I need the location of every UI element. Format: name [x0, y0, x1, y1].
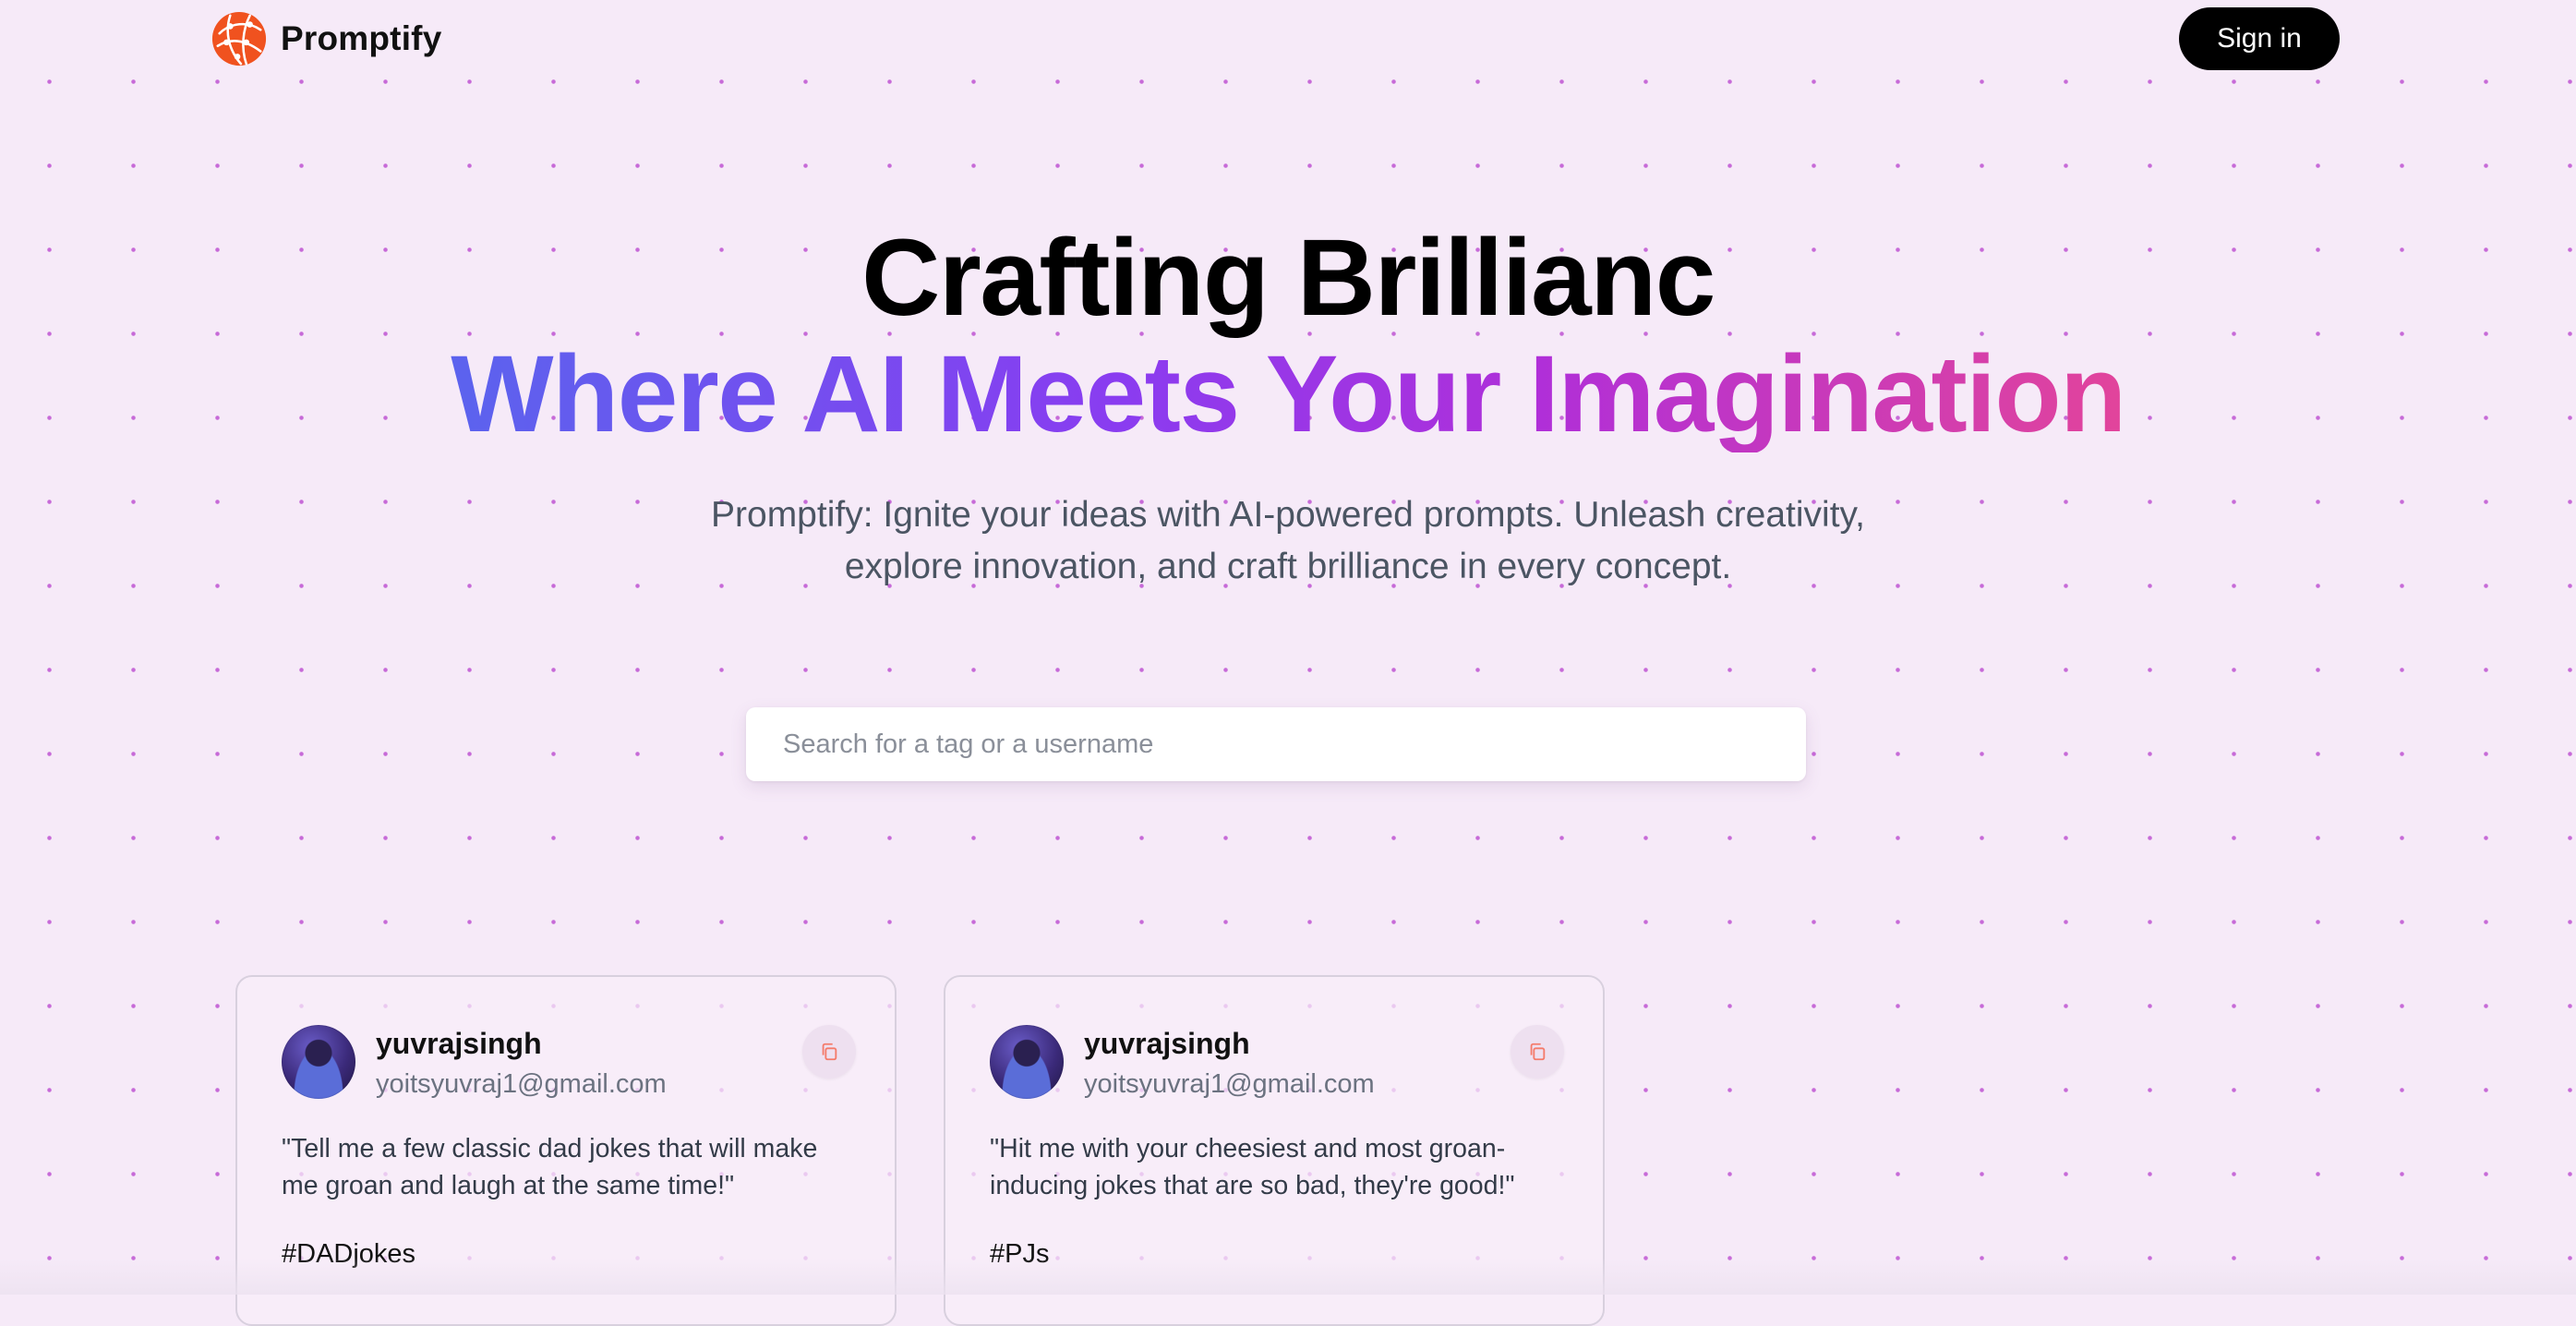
user-info: yuvrajsingh yoitsyuvraj1@gmail.com	[376, 1025, 667, 1103]
user-email: yoitsyuvraj1@gmail.com	[376, 1069, 667, 1099]
hero-section: Crafting Brillianc Where AI Meets Your I…	[0, 220, 2576, 593]
copy-icon	[1530, 1043, 1546, 1061]
copy-button[interactable]	[1511, 1025, 1564, 1079]
user-info: yuvrajsingh yoitsyuvraj1@gmail.com	[1084, 1025, 1375, 1103]
user-email: yoitsyuvraj1@gmail.com	[1084, 1069, 1375, 1099]
card-header: yuvrajsingh yoitsyuvraj1@gmail.com	[282, 1025, 856, 1103]
brand-name: Promptify	[281, 19, 442, 57]
prompt-tag[interactable]: #PJs	[990, 1236, 1049, 1272]
username[interactable]: yuvrajsingh	[1084, 1025, 1375, 1062]
sign-in-button[interactable]: Sign in	[2179, 7, 2340, 70]
hero-description: Promptify: Ignite your ideas with AI-pow…	[711, 495, 1865, 586]
card-header: yuvrajsingh yoitsyuvraj1@gmail.com	[990, 1025, 1564, 1103]
search-input[interactable]	[746, 707, 1806, 781]
avatar[interactable]	[990, 1025, 1064, 1099]
prompt-card: yuvrajsingh yoitsyuvraj1@gmail.com "Tell…	[235, 975, 897, 1326]
prompt-tag[interactable]: #DADjokes	[282, 1236, 415, 1272]
copy-button[interactable]	[802, 1025, 856, 1079]
hero-title: Crafting Brillianc	[861, 217, 1715, 339]
copy-icon	[822, 1043, 837, 1061]
avatar[interactable]	[282, 1025, 355, 1099]
username[interactable]: yuvrajsingh	[376, 1025, 667, 1062]
top-nav: Promptify Sign in	[0, 0, 2576, 83]
hero-subtitle: Where AI Meets Your Imagination	[451, 333, 2126, 455]
prompt-text: "Hit me with your cheesiest and most gro…	[990, 1134, 1515, 1200]
globe-logo-icon	[211, 11, 267, 66]
brand-home-link[interactable]: Promptify	[211, 10, 441, 67]
search-bar	[746, 707, 1806, 781]
prompt-text: "Tell me a few classic dad jokes that wi…	[282, 1134, 818, 1200]
prompt-card: yuvrajsingh yoitsyuvraj1@gmail.com "Hit …	[944, 975, 1605, 1326]
